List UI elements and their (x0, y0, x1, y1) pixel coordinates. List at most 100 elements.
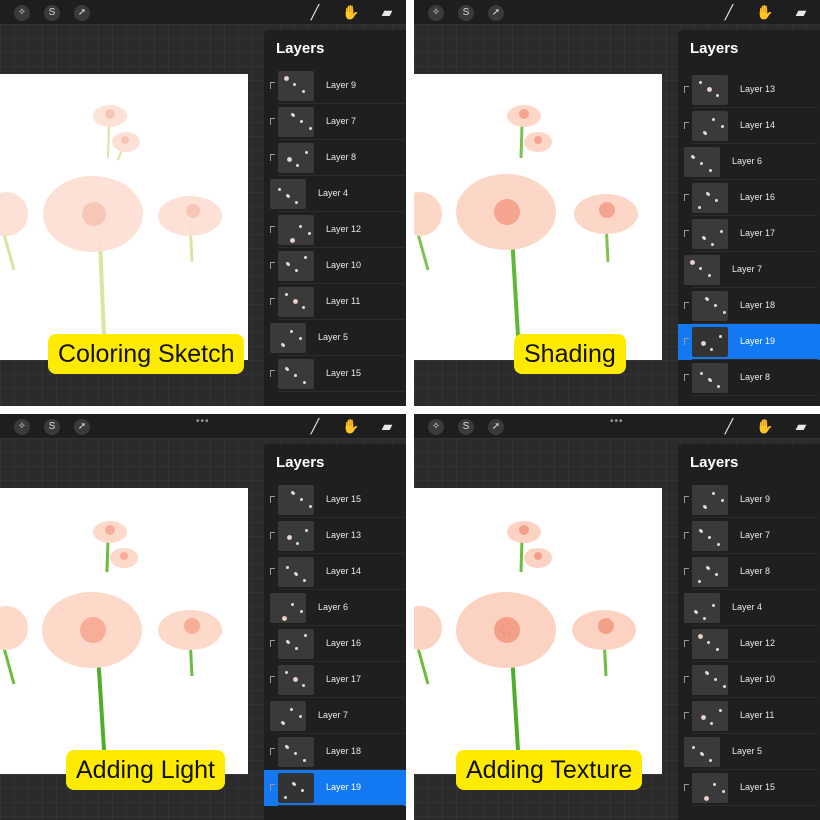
more-options-icon[interactable]: ••• (196, 416, 210, 427)
layer-row[interactable]: Layer 5 (678, 734, 820, 770)
layer-row[interactable]: Layer 7 (264, 104, 406, 140)
eraser-icon[interactable]: ▰ (378, 417, 396, 435)
clipping-mask-icon (270, 784, 275, 791)
transform-arrow-icon[interactable]: ➚ (74, 5, 90, 21)
eraser-icon[interactable]: ▰ (792, 3, 810, 21)
clipping-mask-icon (270, 262, 275, 269)
layer-thumbnail (692, 773, 728, 803)
layer-row[interactable]: Layer 14 (678, 108, 820, 144)
more-options-icon[interactable]: ••• (610, 416, 624, 427)
layer-row[interactable]: Layer 7 (678, 252, 820, 288)
transform-arrow-icon[interactable]: ➚ (488, 419, 504, 435)
layer-row[interactable]: Layer 18 (264, 734, 406, 770)
layer-thumbnail (684, 255, 720, 285)
layer-row[interactable]: Layer 8 (678, 554, 820, 590)
layer-row[interactable]: Layer 10 (678, 662, 820, 698)
layer-name: Layer 19 (326, 782, 362, 792)
layer-row[interactable]: Layer 4 (678, 590, 820, 626)
adjustments-wand-icon[interactable]: ✧ (14, 5, 30, 21)
layer-thumbnail (692, 327, 728, 357)
panel-coloring-sketch: ✧ S ➚ ╱ ✋ ▰ Layers Layer 9 Layer 7 Layer 8… (0, 0, 406, 406)
layer-row[interactable]: Layer 4 (264, 176, 406, 212)
layer-thumbnail (684, 147, 720, 177)
adjustments-wand-icon[interactable]: ✧ (428, 419, 444, 435)
smudge-icon[interactable]: ✋ (756, 417, 774, 435)
transform-arrow-icon[interactable]: ➚ (488, 5, 504, 21)
layer-thumbnail (278, 71, 314, 101)
selection-s-icon[interactable]: S (44, 5, 60, 21)
layer-row[interactable]: Layer 19 (264, 770, 406, 806)
layer-name: Layer 13 (326, 530, 362, 540)
layer-row[interactable]: Layer 17 (678, 216, 820, 252)
layer-row[interactable]: Layer 6 (264, 590, 406, 626)
flower-illustration (0, 521, 222, 752)
layer-row[interactable]: Layer 15 (678, 770, 820, 806)
flower-small-top-disc (105, 109, 115, 119)
adjustments-wand-icon[interactable]: ✧ (428, 5, 444, 21)
layer-row[interactable]: Layer 7 (264, 698, 406, 734)
smudge-icon[interactable]: ✋ (342, 3, 360, 21)
layer-name: Layer 17 (740, 228, 776, 238)
brush-icon[interactable]: ╱ (720, 3, 738, 21)
layer-row[interactable]: Layer 11 (264, 284, 406, 320)
brush-icon[interactable]: ╱ (720, 417, 738, 435)
layers-panel: Layers Layer 9 Layer 7 Layer 8 Layer 4 Layer… (264, 30, 406, 406)
layer-name: Layer 16 (740, 192, 776, 202)
flower-center-disc (494, 199, 520, 225)
layer-row[interactable]: Layer 8 (264, 140, 406, 176)
stem-center (510, 234, 520, 338)
layer-row[interactable]: Layer 13 (678, 72, 820, 108)
layer-thumbnail (692, 183, 728, 213)
clipping-mask-icon (270, 154, 275, 161)
layer-name: Layer 8 (326, 152, 357, 162)
layers-panel: Layers Layer 9 Layer 7 Layer 8 Layer 4 Layer… (678, 444, 820, 820)
layer-row[interactable]: Layer 13 (264, 518, 406, 554)
layer-row[interactable]: Layer 11 (678, 698, 820, 734)
stem-left (416, 233, 430, 271)
layer-thumbnail (692, 557, 728, 587)
brush-icon[interactable]: ╱ (306, 417, 324, 435)
layer-row[interactable]: Layer 9 (264, 68, 406, 104)
eraser-icon[interactable]: ▰ (792, 417, 810, 435)
transform-arrow-icon[interactable]: ➚ (74, 419, 90, 435)
layer-row[interactable]: Layer 17 (264, 662, 406, 698)
eraser-icon[interactable]: ▰ (378, 3, 396, 21)
brush-icon[interactable]: ╱ (306, 3, 324, 21)
layer-row[interactable]: Layer 15 (264, 356, 406, 392)
clipping-mask-icon (684, 302, 689, 309)
layer-row[interactable]: Layer 12 (678, 626, 820, 662)
smudge-icon[interactable]: ✋ (756, 3, 774, 21)
layer-thumbnail (278, 665, 314, 695)
layer-row[interactable]: Layer 18 (678, 288, 820, 324)
layer-row[interactable]: Layer 6 (678, 144, 820, 180)
layer-row[interactable]: Layer 10 (264, 248, 406, 284)
adjustments-wand-icon[interactable]: ✧ (14, 419, 30, 435)
selection-s-icon[interactable]: S (458, 419, 474, 435)
layer-row[interactable]: Layer 19 (678, 324, 820, 360)
selection-s-icon[interactable]: S (458, 5, 474, 21)
flower-left-petals (414, 192, 442, 236)
flower-small-mid-disc (121, 136, 129, 144)
layer-name: Layer 11 (740, 710, 775, 720)
clipping-mask-icon (270, 370, 275, 377)
clipping-mask-icon (684, 496, 689, 503)
layer-thumbnail (692, 665, 728, 695)
smudge-icon[interactable]: ✋ (342, 417, 360, 435)
layer-row[interactable]: Layer 8 (678, 360, 820, 396)
layer-thumbnail (692, 521, 728, 551)
layer-row[interactable]: Layer 14 (264, 554, 406, 590)
flower-small-mid-disc (120, 552, 128, 560)
layer-thumbnail (270, 593, 306, 623)
layer-name: Layer 5 (318, 332, 349, 342)
layer-row[interactable]: Layer 9 (678, 482, 820, 518)
layer-row[interactable]: Layer 7 (678, 518, 820, 554)
layer-row[interactable]: Layer 15 (264, 482, 406, 518)
layer-row[interactable]: Layer 12 (264, 212, 406, 248)
layer-name: Layer 4 (318, 188, 349, 198)
clipping-mask-icon (684, 122, 689, 129)
selection-s-icon[interactable]: S (44, 419, 60, 435)
layer-row[interactable]: Layer 16 (264, 626, 406, 662)
layer-row[interactable]: Layer 5 (264, 320, 406, 356)
layer-row[interactable]: Layer 16 (678, 180, 820, 216)
flower-right-disc (186, 204, 200, 218)
